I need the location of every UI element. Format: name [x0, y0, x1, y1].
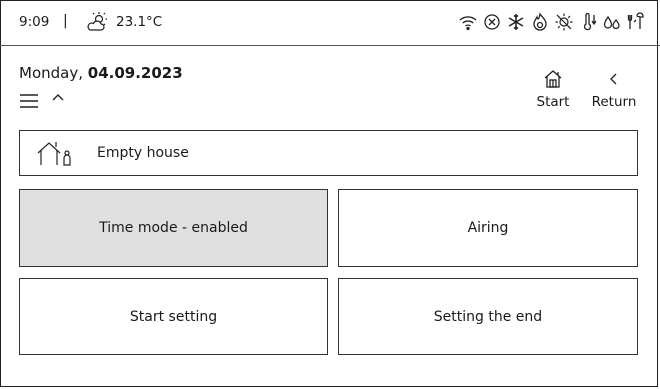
setting-end-label: Setting the end: [433, 308, 543, 325]
start-setting-label: Start setting: [129, 308, 218, 325]
chevron-up-icon[interactable]: [51, 92, 65, 102]
water-drops-icon: [603, 15, 620, 30]
temperature-down-icon: [583, 12, 597, 31]
snowflake-icon: [508, 14, 524, 30]
empty-house-mode[interactable]: Empty house: [19, 130, 638, 176]
chevron-left-icon: [610, 73, 617, 85]
time-mode-label: Time mode - enabled: [99, 220, 248, 236]
sun-off-icon: [555, 13, 573, 31]
empty-house-icon: [37, 142, 71, 166]
airing-label: Airing: [467, 220, 509, 236]
start-setting-tile[interactable]: Start setting: [19, 278, 328, 355]
status-icons: [458, 12, 646, 34]
start-label: Start: [536, 94, 570, 110]
return-label: Return: [591, 94, 637, 110]
temperature-readout: 23.1°C: [116, 14, 163, 30]
date-value: 04.09.2023: [87, 64, 183, 82]
current-date: Monday, 04.09.2023: [19, 64, 183, 82]
date-weekday: Monday,: [19, 64, 88, 82]
start-button[interactable]: Start: [528, 68, 578, 110]
hamburger-menu-icon[interactable]: [19, 93, 39, 109]
airing-tile[interactable]: Airing: [338, 189, 638, 267]
tool-icon: [627, 12, 644, 29]
time-mode-tile[interactable]: Time mode - enabled: [19, 189, 328, 267]
status-bar: 9:09 | 23.1°C: [0, 0, 660, 46]
no-connection-icon: [484, 14, 500, 30]
status-separator: |: [63, 13, 68, 29]
clock-time: 9:09: [19, 14, 50, 30]
partly-sunny-icon: [87, 12, 107, 31]
return-button[interactable]: Return: [586, 68, 642, 110]
wifi-icon: [459, 16, 477, 31]
home-icon: [544, 70, 562, 88]
setting-end-tile[interactable]: Setting the end: [338, 278, 638, 355]
mode-label: Empty house: [97, 145, 189, 161]
flame-icon: [533, 12, 547, 31]
